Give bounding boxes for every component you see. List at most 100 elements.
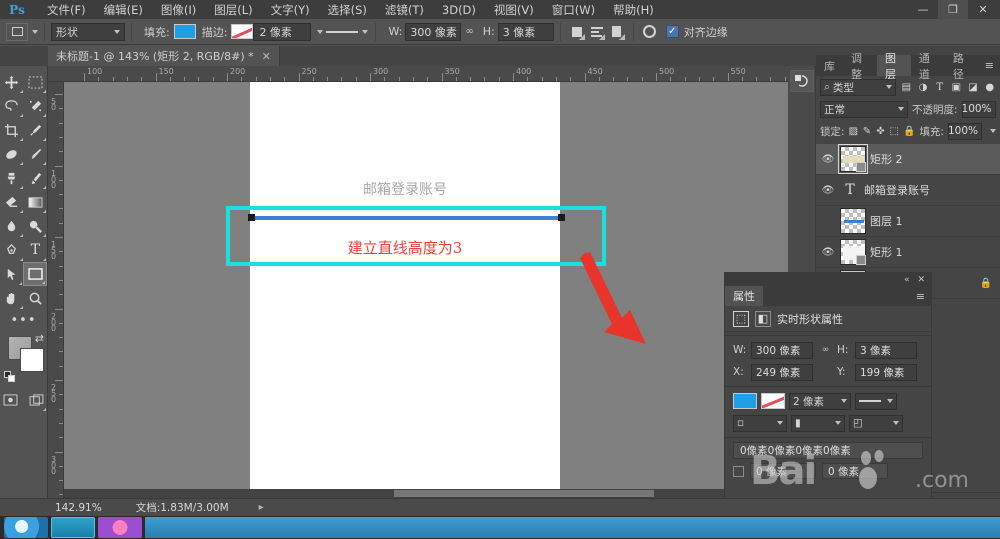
panel-menu-icon[interactable]: ≡ [979,55,1000,76]
spot-healing-tool[interactable] [0,142,24,166]
lock-image-icon[interactable]: ✎ [862,124,872,139]
menu-filter[interactable]: 滤镜(T) [376,0,433,20]
taskbar-active-window[interactable] [145,517,1000,538]
layer-row-rectangle-1[interactable]: 👁 矩形 1 [816,237,1000,268]
quick-mask-icon[interactable] [0,388,21,412]
background-color-swatch[interactable] [20,348,44,372]
document-tab[interactable]: 未标题-1 @ 143% (矩形 2, RGB/8#) * ✕ [48,46,280,66]
path-arrangement-icon[interactable] [607,23,627,41]
menu-type[interactable]: 文字(Y) [262,0,319,20]
opacity-value[interactable]: 100% [962,100,996,118]
hand-tool[interactable] [0,286,24,310]
fill-swatch[interactable] [733,393,757,409]
toggle-filter-icon[interactable]: ● [983,79,996,96]
menu-help[interactable]: 帮助(H) [604,0,663,20]
fill-value[interactable]: 100% [948,122,982,140]
tab-layers[interactable]: 图层 [876,52,911,81]
height-input[interactable]: 3 像素 [855,341,917,359]
artboard[interactable]: 邮箱登录账号 建立直线高度为3 [248,82,565,516]
menu-file[interactable]: 文件(F) [38,0,95,20]
align-edges-checkbox[interactable]: ✓ 对齐边缘 [665,24,728,40]
stroke-corner-select[interactable]: ◰ [849,414,903,432]
menu-image[interactable]: 图像(I) [152,0,205,20]
layer-row-layer-1[interactable]: — 图层 1 [816,206,1000,237]
canvas-area[interactable]: 邮箱登录账号 建立直线高度为3 [64,82,788,516]
adjustment-filter-icon[interactable]: ◑ [917,79,930,96]
stroke-style-select[interactable] [325,22,370,41]
tab-channels[interactable]: 通道 [911,52,945,81]
layer-visibility-icon[interactable]: — [820,216,836,227]
shape-mode-select[interactable]: 形状 [51,22,125,41]
close-icon[interactable]: ✕ [262,50,271,63]
scrollbar-thumb[interactable] [394,490,654,497]
lock-artboard-icon[interactable]: ⬚ [889,124,899,139]
lock-position-icon[interactable]: ✜ [876,124,886,139]
width-input[interactable]: 300 像素 [751,341,813,359]
path-operations-icon[interactable] [567,23,587,41]
layer-filter-select[interactable]: ⌕ 类型 [820,78,896,96]
horizontal-scrollbar[interactable] [64,489,788,498]
layer-visibility-icon[interactable]: 👁 [820,154,836,165]
more-tools-button[interactable]: ••• [0,310,47,330]
gear-icon[interactable] [640,23,660,41]
layer-visibility-icon[interactable]: 👁 [820,185,836,196]
tab-libraries[interactable]: 库 [816,55,843,76]
stroke-swatch[interactable] [231,24,254,39]
width-input[interactable]: 300 像素 [405,22,462,41]
taskbar-item-photoshop[interactable] [98,517,142,538]
y-input[interactable]: 199 像素 [855,363,917,381]
smart-object-filter-icon[interactable]: ◪ [967,79,980,96]
minimize-button[interactable]: — [908,0,938,19]
layer-visibility-icon[interactable]: 👁 [820,247,836,258]
menu-edit[interactable]: 编辑(E) [95,0,152,20]
stroke-cap-select[interactable]: ▮ [791,414,845,432]
menu-view[interactable]: 视图(V) [485,0,543,20]
layer-row-text[interactable]: 👁 T 邮箱登录账号 [816,175,1000,206]
lock-transparent-icon[interactable]: ▨ [849,124,859,139]
screen-mode-icon[interactable] [27,388,48,412]
taskbar-item-app2[interactable] [51,517,95,538]
layer-row-rectangle-2[interactable]: 👁 矩形 2 [816,144,1000,175]
stroke-swatch[interactable] [761,393,785,409]
zoom-tool[interactable] [24,286,48,310]
lock-all-icon[interactable]: 🔒 [903,124,915,139]
radius-top-left-input[interactable]: 0 像素 [750,463,816,479]
brush-tool[interactable] [24,142,48,166]
path-alignment-icon[interactable] [587,23,607,41]
eraser-tool[interactable] [0,190,24,214]
fill-swatch[interactable] [173,24,196,39]
pixel-filter-icon[interactable]: ▤ [900,79,913,96]
blur-tool[interactable] [0,214,24,238]
path-selection-tool[interactable] [0,262,23,286]
radius-top-right-input[interactable]: 0 像素 [822,463,888,479]
zoom-level[interactable]: 142.91% [55,502,102,514]
blend-mode-select[interactable]: 正常 [820,100,908,118]
lasso-tool[interactable] [0,94,24,118]
collapse-icon[interactable]: « [904,275,910,285]
chain-link-icon[interactable]: ∞ [465,26,473,37]
status-expand-icon[interactable]: ▸ [259,502,264,513]
x-input[interactable]: 249 像素 [751,363,813,381]
type-tool[interactable]: T [24,238,48,262]
swap-colors-icon[interactable]: ⇄ [35,332,44,345]
quick-selection-tool[interactable] [24,94,48,118]
stroke-style-select[interactable] [855,392,897,410]
dodge-tool[interactable] [24,214,48,238]
mask-icon[interactable]: ◧ [755,310,771,327]
type-filter-icon[interactable]: T [933,79,946,96]
eyedropper-tool[interactable] [24,118,48,142]
gradient-tool[interactable] [24,190,48,214]
menu-select[interactable]: 选择(S) [319,0,376,20]
restore-button[interactable]: ❐ [938,0,968,19]
link-radii-checkbox[interactable] [733,465,744,477]
tab-properties[interactable]: 属性 [725,286,763,306]
height-input[interactable]: 3 像素 [497,22,554,41]
chevron-down-icon[interactable] [989,129,996,133]
taskbar-item-browser[interactable] [4,517,48,538]
panel-menu-icon[interactable]: ≡ [910,286,931,306]
clone-stamp-tool[interactable] [0,166,24,190]
rectangle-tool[interactable] [23,262,47,286]
close-icon[interactable]: ✕ [917,275,925,285]
tab-adjustments[interactable]: 调整 [843,52,877,81]
menu-layer[interactable]: 图层(L) [205,0,261,20]
